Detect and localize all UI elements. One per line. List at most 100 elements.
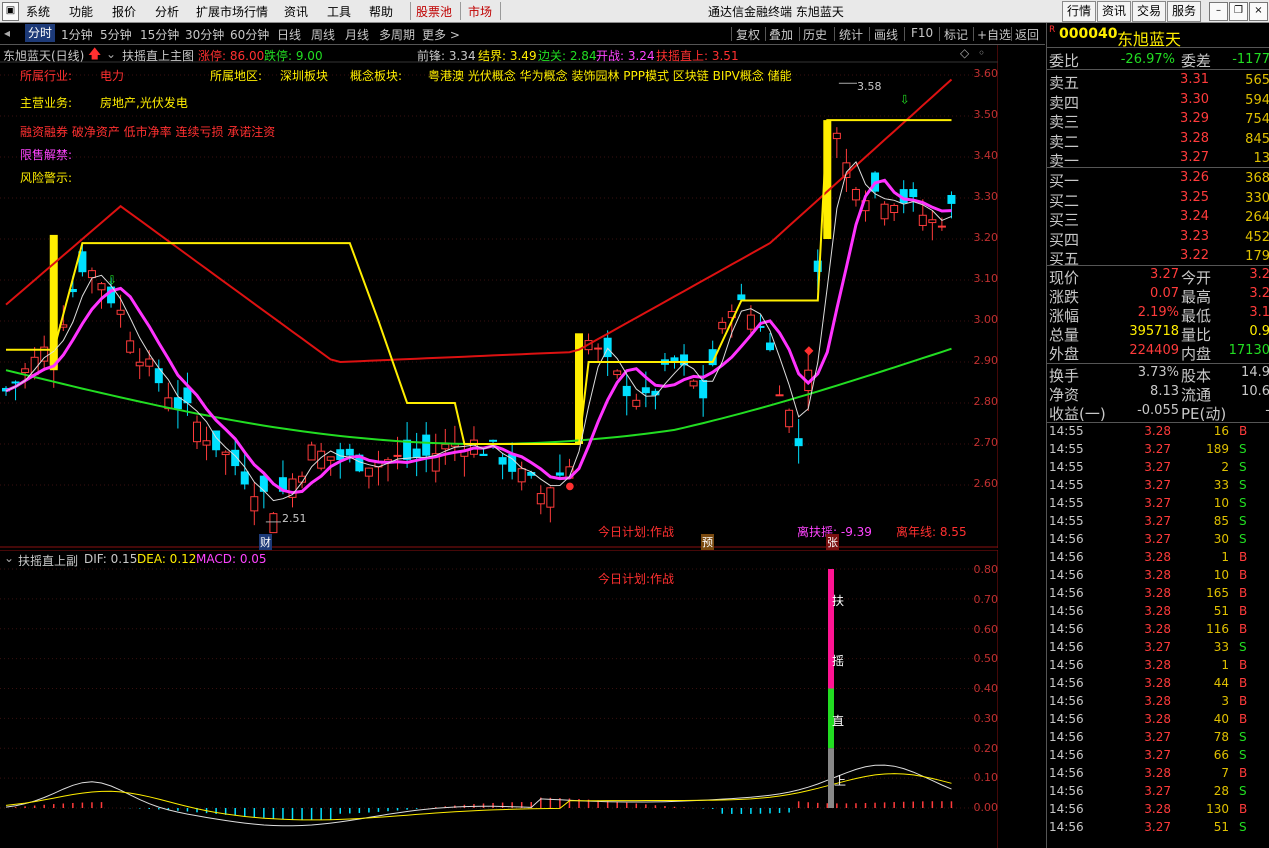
forecast-marker[interactable]: 预 — [701, 534, 714, 550]
draw-line-button[interactable]: 画线 — [874, 26, 898, 43]
candle-body — [269, 513, 278, 534]
candle-body — [517, 468, 526, 483]
window-title: 通达信金融终端 东旭蓝天 — [708, 5, 844, 19]
tab-weekly[interactable]: 周线 — [311, 26, 335, 43]
candle-body — [364, 467, 373, 477]
tick-time: 14:56 — [1049, 622, 1084, 636]
tick-row: 14:56 3.28 44 B — [1049, 676, 1269, 694]
ask-price: 3.27 — [1180, 150, 1209, 165]
bid-volume: 330 — [1245, 190, 1269, 206]
quote-button[interactable]: 行情 — [1062, 1, 1096, 22]
tick-row: 14:56 3.27 30 S — [1049, 532, 1269, 550]
candle-body — [97, 283, 106, 291]
app-menu-icon[interactable]: ▣ — [2, 2, 19, 21]
tab-60min[interactable]: 60分钟 — [230, 26, 269, 43]
stock-code: 000040 — [1059, 26, 1118, 42]
tab-minute[interactable]: 分时 — [25, 24, 56, 42]
macd-plot[interactable] — [0, 550, 998, 848]
stat-value: 3.1 — [1249, 305, 1269, 320]
restore-rights-button[interactable]: 复权 — [736, 26, 760, 43]
tick-row: 14:56 3.28 1 B — [1049, 658, 1269, 676]
tab-1min[interactable]: 1分钟 — [61, 26, 93, 43]
tick-volume: 51 — [1213, 604, 1229, 618]
add-favorite-button[interactable]: +自选 — [977, 26, 1011, 43]
finance-marker[interactable]: 财 — [259, 534, 272, 550]
tick-price: 3.27 — [1144, 730, 1171, 744]
sub-formula-dropdown-icon[interactable]: ⌄ — [4, 551, 14, 565]
limit-up-marker[interactable]: 张 — [826, 534, 839, 550]
tick-row: 14:56 3.28 40 B — [1049, 712, 1269, 730]
tick-row: 14:56 3.28 165 B — [1049, 586, 1269, 604]
tick-side: B — [1239, 604, 1248, 618]
menu-function[interactable]: 功能 — [69, 3, 93, 20]
diamond-icon[interactable]: ◇ — [960, 46, 969, 60]
formula-dropdown-icon[interactable]: ⌄ — [106, 47, 116, 61]
region-label: 所属地区: — [210, 69, 263, 83]
limit-up-value: 涨停: 86.00 — [198, 49, 265, 63]
menu-news[interactable]: 资讯 — [284, 3, 308, 20]
tab-5min[interactable]: 5分钟 — [100, 26, 132, 43]
tick-side: S — [1239, 496, 1247, 510]
toolbar-toggle-icon[interactable]: ◂ — [4, 26, 10, 40]
news-button[interactable]: 资讯 — [1097, 1, 1131, 22]
stat-value: 3.73% — [1137, 365, 1179, 380]
bid-label: 买一 — [1049, 172, 1080, 190]
tick-time: 14:56 — [1049, 604, 1084, 618]
tab-15min[interactable]: 15分钟 — [140, 26, 179, 43]
history-button[interactable]: 历史 — [803, 26, 827, 43]
tick-volume: 3 — [1221, 694, 1229, 708]
main-formula-name[interactable]: 扶摇直上主图 — [122, 47, 194, 64]
menu-extended-market[interactable]: 扩展市场行情 — [196, 3, 268, 20]
service-button[interactable]: 服务 — [1167, 1, 1201, 22]
tick-volume: 44 — [1213, 676, 1229, 690]
menu-tools[interactable]: 工具 — [327, 3, 351, 20]
trade-button[interactable]: 交易 — [1132, 1, 1166, 22]
candle-body — [699, 379, 708, 399]
stat-label: 内盘 — [1181, 345, 1212, 363]
low-price-label: 2.51 — [282, 512, 307, 525]
tab-more[interactable]: 更多 > — [422, 26, 460, 43]
tick-price: 3.27 — [1144, 460, 1171, 474]
tick-volume: 1 — [1221, 658, 1229, 672]
stat-value: 3.27 — [1150, 267, 1179, 282]
tab-monthly[interactable]: 月线 — [345, 26, 369, 43]
bid-price: 3.22 — [1180, 248, 1209, 263]
candle-body — [718, 321, 727, 330]
tick-list[interactable]: 14:55 3.28 16 B 14:55 3.27 189 S 14:55 3.27 2 S 14:5… — [1047, 424, 1269, 848]
restore-icon[interactable]: ❐ — [1229, 2, 1248, 21]
tags-value: 融资融券 破净资产 低市净率 连续亏损 承诺注资 — [20, 125, 276, 139]
candle-body — [221, 451, 230, 456]
sub-indicator-chart[interactable]: ⌄ 扶摇直上副 DIF: 0.15 DEA: 0.12 MACD: 0.05 今… — [0, 550, 998, 848]
stat-label: 股本 — [1181, 367, 1212, 385]
tick-side: B — [1239, 622, 1248, 636]
menu-help[interactable]: 帮助 — [369, 3, 393, 20]
f10-button[interactable]: F10 — [911, 26, 933, 40]
main-kline-chart[interactable]: ⇩ ⇩ ◆ ● 东旭蓝天(日线) 🡅 ⌄ 扶摇直上主图 涨停: 86.00 跌停: 9… — [0, 45, 998, 550]
menu-market[interactable]: 市场 — [468, 3, 492, 20]
tab-daily[interactable]: 日线 — [277, 26, 301, 43]
tick-row: 14:55 3.27 2 S — [1049, 460, 1269, 478]
back-button[interactable]: 返回 — [1015, 26, 1039, 43]
close-icon[interactable]: × — [1249, 2, 1268, 21]
minimize-icon[interactable]: – — [1209, 2, 1228, 21]
tick-side: S — [1239, 748, 1247, 762]
menu-stock-pool[interactable]: 股票池 — [416, 3, 452, 20]
weicha-value: -1177 — [1232, 52, 1269, 67]
tab-multi-period[interactable]: 多周期 — [379, 26, 415, 43]
tick-volume: 130 — [1206, 802, 1229, 816]
menu-analysis[interactable]: 分析 — [155, 3, 179, 20]
overlay-button[interactable]: 叠加 — [769, 26, 793, 43]
settings-dot-icon[interactable]: ◦ — [978, 46, 985, 60]
sub-formula-name[interactable]: 扶摇直上副 — [18, 552, 78, 569]
sub-y-tick: 0.70 — [973, 593, 999, 606]
tab-30min[interactable]: 30分钟 — [185, 26, 224, 43]
mark-button[interactable]: 标记 — [944, 26, 968, 43]
statistics-button[interactable]: 统计 — [839, 26, 863, 43]
tick-volume: 7 — [1221, 766, 1229, 780]
tick-price: 3.28 — [1144, 586, 1171, 600]
kline-plot[interactable]: ⇩ ⇩ ◆ ● — [0, 45, 998, 548]
menu-system[interactable]: 系统 — [26, 3, 50, 20]
menu-quote[interactable]: 报价 — [112, 3, 136, 20]
candle-body — [689, 380, 698, 387]
candle-body — [498, 457, 507, 465]
